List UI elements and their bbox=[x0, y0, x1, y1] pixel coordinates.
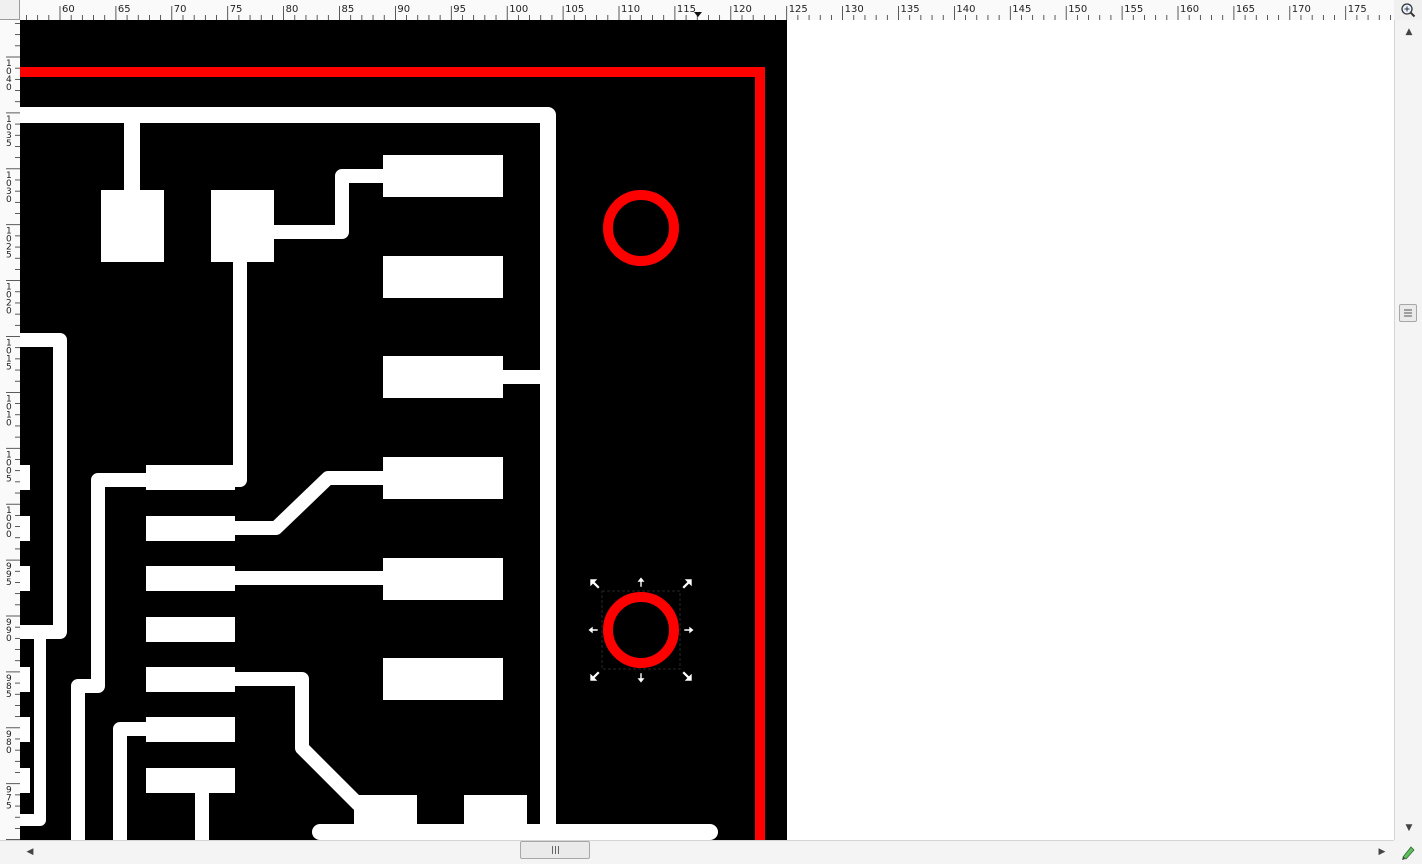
scroll-up-icon[interactable]: ▲ bbox=[1403, 26, 1415, 38]
ruler-label: 1000 bbox=[6, 506, 12, 540]
ruler-label: 995 bbox=[6, 562, 12, 588]
ruler-label: 975 bbox=[6, 786, 12, 812]
ruler-label: 115 bbox=[677, 4, 696, 15]
ruler-label: 110 bbox=[621, 4, 640, 15]
vertical-scroll-thumb[interactable] bbox=[1399, 304, 1417, 322]
ruler-label: 70 bbox=[174, 4, 187, 15]
pad-ic-1 bbox=[146, 465, 235, 490]
ruler-label: 1015 bbox=[6, 339, 12, 373]
pad-ic-5 bbox=[146, 667, 235, 692]
pcb-drawing[interactable] bbox=[20, 20, 1394, 840]
pen-pressure-button[interactable] bbox=[1394, 840, 1422, 864]
horizontal-scrollbar[interactable]: ◀ ▶ bbox=[0, 840, 1394, 864]
pad-ic-3 bbox=[146, 566, 235, 591]
pad-square-2 bbox=[211, 190, 274, 262]
ruler-label: 130 bbox=[845, 4, 864, 15]
ruler-label: 1010 bbox=[6, 394, 12, 428]
pad-ic-7 bbox=[146, 768, 235, 793]
ruler-label: 75 bbox=[230, 4, 243, 15]
ruler-label: 65 bbox=[118, 4, 131, 15]
ruler-label: 145 bbox=[1012, 4, 1031, 15]
pad-right-1 bbox=[383, 155, 503, 197]
ruler-label: 95 bbox=[453, 4, 466, 15]
ruler-label: 1020 bbox=[6, 283, 12, 317]
vertical-scrollbar[interactable]: ▲ ▼ bbox=[1394, 20, 1422, 840]
ruler-label: 175 bbox=[1348, 4, 1367, 15]
pad-edge-3 bbox=[20, 566, 30, 591]
ruler-label: 90 bbox=[397, 4, 410, 15]
ruler-corner bbox=[0, 0, 20, 20]
vertical-ruler[interactable]: 1040 1035 1030 1025 1020 1015 1010 1005 1000 995 9… bbox=[0, 20, 21, 840]
ruler-label: 150 bbox=[1068, 4, 1087, 15]
ruler-label: 80 bbox=[286, 4, 299, 15]
pad-right-5 bbox=[383, 558, 503, 600]
ruler-label: 1035 bbox=[6, 115, 12, 149]
ruler-label: 100 bbox=[509, 4, 528, 15]
grip-icon bbox=[551, 846, 553, 854]
horizontal-ruler-scale: 60 65 70 75 80 85 90 95 100 105 110 115 120 125 130 135… bbox=[26, 4, 1391, 20]
scroll-down-icon[interactable]: ▼ bbox=[1403, 822, 1415, 834]
ruler-label: 155 bbox=[1124, 4, 1143, 15]
ruler-label: 160 bbox=[1180, 4, 1199, 15]
pad-ic-2 bbox=[146, 516, 235, 541]
ruler-label: 135 bbox=[901, 4, 920, 15]
pad-right-6 bbox=[383, 658, 503, 700]
pad-edge-2 bbox=[20, 516, 30, 541]
pad-edge-5 bbox=[20, 717, 30, 742]
ruler-label: 60 bbox=[62, 4, 75, 15]
ruler-label: 140 bbox=[956, 4, 975, 15]
pad-edge-6 bbox=[20, 768, 30, 793]
horizontal-scroll-thumb[interactable] bbox=[520, 841, 590, 859]
pad-edge-4 bbox=[20, 667, 30, 692]
pad-bottom-1 bbox=[354, 795, 417, 840]
pen-pressure-icon bbox=[1402, 846, 1415, 860]
ruler-label: 105 bbox=[565, 4, 584, 15]
pad-ic-6 bbox=[146, 717, 235, 742]
ruler-label: 1005 bbox=[6, 450, 12, 484]
ruler-label: 125 bbox=[789, 4, 808, 15]
drawing-canvas[interactable] bbox=[20, 20, 1394, 840]
ruler-label: 120 bbox=[733, 4, 752, 15]
pad-right-2 bbox=[383, 256, 503, 298]
ruler-label: 990 bbox=[6, 618, 12, 644]
pad-bottom-2 bbox=[464, 795, 527, 840]
ruler-label: 1025 bbox=[6, 227, 12, 261]
ruler-label: 980 bbox=[6, 730, 12, 756]
ruler-label: 1040 bbox=[6, 59, 12, 93]
zoom-corner-button[interactable] bbox=[1394, 0, 1422, 20]
vertical-ruler-scale: 1 0 4 0 1 0 3 5 1 0 3 0 1 0 2 5 1 0 2 0 1 0 1 5 1 0 1 0 1 0 0 5 1 0 0 0 9 9 5 9… bbox=[6, 23, 20, 840]
pad-right-3 bbox=[383, 356, 503, 398]
ruler-label: 1030 bbox=[6, 171, 12, 205]
pad-square-1 bbox=[101, 190, 164, 262]
ruler-label: 985 bbox=[6, 674, 12, 700]
pad-ic-4 bbox=[146, 617, 235, 642]
pad-right-4 bbox=[383, 457, 503, 499]
ruler-label: 85 bbox=[342, 4, 355, 15]
ruler-label: 165 bbox=[1236, 4, 1255, 15]
scroll-right-icon[interactable]: ▶ bbox=[1376, 846, 1388, 858]
zoom-fit-icon bbox=[1401, 3, 1416, 18]
ruler-label: 170 bbox=[1292, 4, 1311, 15]
pad-edge-1 bbox=[20, 465, 30, 490]
scroll-left-icon[interactable]: ◀ bbox=[24, 846, 36, 858]
grip-icon bbox=[1404, 309, 1412, 317]
horizontal-ruler[interactable]: 60 65 70 75 80 85 90 95 100 105 110 115 120 125 130 135… bbox=[20, 0, 1394, 21]
